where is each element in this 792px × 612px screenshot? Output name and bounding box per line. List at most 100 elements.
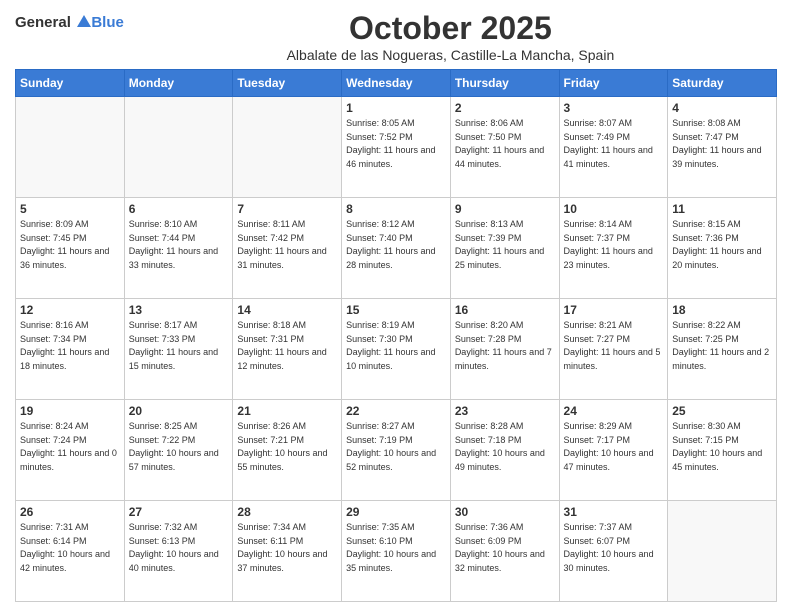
header-sunday: Sunday — [16, 70, 125, 97]
day-info: Sunrise: 8:15 AM Sunset: 7:36 PM Dayligh… — [672, 218, 772, 272]
day-info: Sunrise: 8:18 AM Sunset: 7:31 PM Dayligh… — [237, 319, 337, 373]
day-number: 26 — [20, 505, 120, 519]
logo: General Blue — [15, 14, 124, 32]
calendar-week-4: 19 Sunrise: 8:24 AM Sunset: 7:24 PM Dayli… — [16, 400, 777, 501]
day-number: 15 — [346, 303, 446, 317]
subtitle: Albalate de las Nogueras, Castille-La Ma… — [124, 47, 777, 63]
day-info: Sunrise: 8:21 AM Sunset: 7:27 PM Dayligh… — [564, 319, 664, 373]
calendar-cell — [233, 97, 342, 198]
day-number: 2 — [455, 101, 555, 115]
header-friday: Friday — [559, 70, 668, 97]
calendar-cell: 23Sunrise: 8:28 AM Sunset: 7:18 PM Dayli… — [450, 400, 559, 501]
day-number: 21 — [237, 404, 337, 418]
day-number: 27 — [129, 505, 229, 519]
calendar-header: Sunday Monday Tuesday Wednesday Thursday… — [16, 70, 777, 97]
day-info: Sunrise: 7:31 AM Sunset: 6:14 PM Dayligh… — [20, 521, 120, 575]
main-title: October 2025 — [124, 10, 777, 47]
calendar-body: 1Sunrise: 8:05 AM Sunset: 7:52 PM Daylig… — [16, 97, 777, 602]
day-number: 9 — [455, 202, 555, 216]
day-number: 22 — [346, 404, 446, 418]
day-info: Sunrise: 7:37 AM Sunset: 6:07 PM Dayligh… — [564, 521, 664, 575]
day-number: 4 — [672, 101, 772, 115]
day-info: Sunrise: 7:32 AM Sunset: 6:13 PM Dayligh… — [129, 521, 229, 575]
calendar-cell: 7 Sunrise: 8:11 AM Sunset: 7:42 PM Daylig… — [233, 198, 342, 299]
calendar-cell: 31 Sunrise: 7:37 AM Sunset: 6:07 PM Dayli… — [559, 501, 668, 602]
calendar-cell: 15 Sunrise: 8:19 AM Sunset: 7:30 PM Dayli… — [342, 299, 451, 400]
day-info: Sunrise: 8:06 AM Sunset: 7:50 PM Dayligh… — [455, 117, 555, 171]
calendar-cell: 5 Sunrise: 8:09 AM Sunset: 7:45 PM Daylig… — [16, 198, 125, 299]
day-number: 1 — [346, 101, 446, 115]
day-number: 28 — [237, 505, 337, 519]
day-info: Sunrise: 7:35 AM Sunset: 6:10 PM Dayligh… — [346, 521, 446, 575]
day-info: Sunrise: 8:30 AM Sunset: 7:15 PM Dayligh… — [672, 420, 772, 474]
day-info: Sunrise: 8:20 AM Sunset: 7:28 PM Dayligh… — [455, 319, 555, 373]
day-number: 19 — [20, 404, 120, 418]
day-number: 10 — [564, 202, 664, 216]
day-info: Sunrise: 8:24 AM Sunset: 7:24 PM Dayligh… — [20, 420, 120, 474]
day-number: 25 — [672, 404, 772, 418]
calendar-cell: 6Sunrise: 8:10 AM Sunset: 7:44 PM Daylig… — [124, 198, 233, 299]
header-tuesday: Tuesday — [233, 70, 342, 97]
day-info: Sunrise: 8:26 AM Sunset: 7:21 PM Dayligh… — [237, 420, 337, 474]
day-info: Sunrise: 8:07 AM Sunset: 7:49 PM Dayligh… — [564, 117, 664, 171]
day-number: 17 — [564, 303, 664, 317]
day-number: 11 — [672, 202, 772, 216]
day-number: 3 — [564, 101, 664, 115]
title-section: October 2025 Albalate de las Nogueras, C… — [124, 10, 777, 63]
calendar-cell: 14 Sunrise: 8:18 AM Sunset: 7:31 PM Dayli… — [233, 299, 342, 400]
day-info: Sunrise: 7:34 AM Sunset: 6:11 PM Dayligh… — [237, 521, 337, 575]
calendar-cell: 9 Sunrise: 8:13 AM Sunset: 7:39 PM Daylig… — [450, 198, 559, 299]
calendar-week-1: 1Sunrise: 8:05 AM Sunset: 7:52 PM Daylig… — [16, 97, 777, 198]
day-info: Sunrise: 8:25 AM Sunset: 7:22 PM Dayligh… — [129, 420, 229, 474]
calendar-cell: 26 Sunrise: 7:31 AM Sunset: 6:14 PM Dayli… — [16, 501, 125, 602]
day-number: 24 — [564, 404, 664, 418]
day-number: 31 — [564, 505, 664, 519]
day-number: 20 — [129, 404, 229, 418]
calendar-cell — [668, 501, 777, 602]
day-info: Sunrise: 8:17 AM Sunset: 7:33 PM Dayligh… — [129, 319, 229, 373]
day-info: Sunrise: 8:29 AM Sunset: 7:17 PM Dayligh… — [564, 420, 664, 474]
day-info: Sunrise: 8:19 AM Sunset: 7:30 PM Dayligh… — [346, 319, 446, 373]
day-info: Sunrise: 8:22 AM Sunset: 7:25 PM Dayligh… — [672, 319, 772, 373]
calendar-cell: 4 Sunrise: 8:08 AM Sunset: 7:47 PM Daylig… — [668, 97, 777, 198]
day-info: Sunrise: 8:16 AM Sunset: 7:34 PM Dayligh… — [20, 319, 120, 373]
calendar-cell: 19 Sunrise: 8:24 AM Sunset: 7:24 PM Dayli… — [16, 400, 125, 501]
calendar-week-5: 26 Sunrise: 7:31 AM Sunset: 6:14 PM Dayli… — [16, 501, 777, 602]
calendar-cell: 11 Sunrise: 8:15 AM Sunset: 7:36 PM Dayli… — [668, 198, 777, 299]
calendar-cell — [16, 97, 125, 198]
calendar-cell: 3 Sunrise: 8:07 AM Sunset: 7:49 PM Daylig… — [559, 97, 668, 198]
day-info: Sunrise: 8:09 AM Sunset: 7:45 PM Dayligh… — [20, 218, 120, 272]
logo-general: General — [15, 14, 71, 31]
day-number: 12 — [20, 303, 120, 317]
header-wednesday: Wednesday — [342, 70, 451, 97]
day-number: 7 — [237, 202, 337, 216]
day-info: Sunrise: 7:36 AM Sunset: 6:09 PM Dayligh… — [455, 521, 555, 575]
day-number: 6 — [129, 202, 229, 216]
day-number: 30 — [455, 505, 555, 519]
day-info: Sunrise: 8:13 AM Sunset: 7:39 PM Dayligh… — [455, 218, 555, 272]
calendar-cell — [124, 97, 233, 198]
calendar-cell: 2 Sunrise: 8:06 AM Sunset: 7:50 PM Daylig… — [450, 97, 559, 198]
day-number: 29 — [346, 505, 446, 519]
day-number: 14 — [237, 303, 337, 317]
day-number: 8 — [346, 202, 446, 216]
day-info: Sunrise: 8:08 AM Sunset: 7:47 PM Dayligh… — [672, 117, 772, 171]
page: General Blue October 2025 Albalate de la… — [0, 0, 792, 612]
weekday-header-row: Sunday Monday Tuesday Wednesday Thursday… — [16, 70, 777, 97]
calendar-cell: 20 Sunrise: 8:25 AM Sunset: 7:22 PM Dayli… — [124, 400, 233, 501]
calendar-cell: 30 Sunrise: 7:36 AM Sunset: 6:09 PM Dayli… — [450, 501, 559, 602]
calendar-week-3: 12 Sunrise: 8:16 AM Sunset: 7:34 PM Dayli… — [16, 299, 777, 400]
calendar-cell: 24 Sunrise: 8:29 AM Sunset: 7:17 PM Dayli… — [559, 400, 668, 501]
day-info: Sunrise: 8:14 AM Sunset: 7:37 PM Dayligh… — [564, 218, 664, 272]
day-number: 13 — [129, 303, 229, 317]
day-number: 23 — [455, 404, 555, 418]
calendar-week-2: 5 Sunrise: 8:09 AM Sunset: 7:45 PM Daylig… — [16, 198, 777, 299]
calendar-cell: 25 Sunrise: 8:30 AM Sunset: 7:15 PM Dayli… — [668, 400, 777, 501]
calendar-cell: 13 Sunrise: 8:17 AM Sunset: 7:33 PM Dayli… — [124, 299, 233, 400]
day-number: 5 — [20, 202, 120, 216]
day-info: Sunrise: 8:11 AM Sunset: 7:42 PM Dayligh… — [237, 218, 337, 272]
calendar: Sunday Monday Tuesday Wednesday Thursday… — [15, 69, 777, 602]
day-number: 16 — [455, 303, 555, 317]
calendar-cell: 22Sunrise: 8:27 AM Sunset: 7:19 PM Dayli… — [342, 400, 451, 501]
calendar-cell: 1Sunrise: 8:05 AM Sunset: 7:52 PM Daylig… — [342, 97, 451, 198]
